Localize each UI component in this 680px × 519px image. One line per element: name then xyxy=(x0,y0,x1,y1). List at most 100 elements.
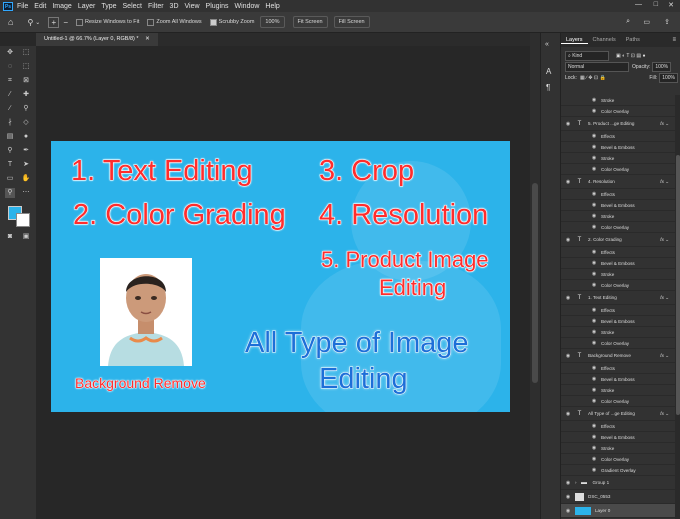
visibility-eye-icon[interactable]: ◉ xyxy=(591,155,597,161)
visibility-eye-icon[interactable]: ◉ xyxy=(565,179,571,185)
document-tab[interactable]: Untitled-1 @ 66.7% (Layer 0, RGB/8) * ✕ xyxy=(36,33,158,46)
effect-row[interactable]: ◉ Effects xyxy=(561,421,675,432)
menu-plugins[interactable]: Plugins xyxy=(206,3,229,10)
effect-row[interactable]: ◉ Stroke xyxy=(561,211,675,222)
visibility-eye-icon[interactable]: ◉ xyxy=(591,108,597,114)
effect-row[interactable]: ◉ Bevel & Emboss xyxy=(561,432,675,443)
maximize-icon[interactable]: □ xyxy=(654,1,658,8)
blur-tool-icon[interactable]: ● xyxy=(21,132,31,142)
lasso-tool-icon[interactable]: ◌ xyxy=(5,62,15,72)
zoom-100-button[interactable]: 100% xyxy=(260,16,285,28)
layer-row[interactable]: ◉ T 4. Resolution fx ⌄ xyxy=(561,175,675,189)
clone-stamp-icon[interactable]: ⚲ xyxy=(21,104,31,114)
visibility-eye-icon[interactable]: ◉ xyxy=(591,271,597,277)
resize-windows-checkbox[interactable]: Resize Windows to Fit xyxy=(76,18,139,26)
menu-image[interactable]: Image xyxy=(52,3,71,10)
effect-row[interactable]: ◉ Bevel & Emboss xyxy=(561,200,675,211)
artboard-tool-icon[interactable]: ⬚ xyxy=(21,48,31,58)
effect-row[interactable]: ◉ Color Overlay xyxy=(561,222,675,233)
visibility-eye-icon[interactable]: ◉ xyxy=(565,353,571,359)
tab-layers[interactable]: Layers xyxy=(561,37,588,44)
fit-screen-button[interactable]: Fit Screen xyxy=(292,16,328,28)
visibility-eye-icon[interactable]: ◉ xyxy=(591,456,597,462)
effect-row[interactable]: ◉ Color Overlay xyxy=(561,280,675,291)
zoom-tool-icon[interactable]: ⚲ xyxy=(27,18,33,27)
chevron-down-icon[interactable]: ⌄ xyxy=(35,19,40,26)
visibility-eye-icon[interactable]: ◉ xyxy=(591,249,597,255)
visibility-eye-icon[interactable]: ◉ xyxy=(591,282,597,288)
effect-row[interactable]: ◉ Stroke xyxy=(561,385,675,396)
layer-row[interactable]: ◉ T 5. Product ...ge Editing fx ⌄ xyxy=(561,117,675,131)
background-color-swatch[interactable] xyxy=(16,213,30,227)
menu-edit[interactable]: Edit xyxy=(34,3,46,10)
effect-row[interactable]: ◉ Bevel & Emboss xyxy=(561,258,675,269)
vertical-scrollbar[interactable] xyxy=(530,33,540,519)
artwork-canvas[interactable]: 1. Text Editing 2. Color Grading 3. Crop… xyxy=(51,141,510,412)
visibility-eye-icon[interactable]: ◉ xyxy=(591,376,597,382)
workspace-icon[interactable]: ▭ xyxy=(643,18,650,26)
close-icon[interactable]: ✕ xyxy=(668,1,674,9)
fx-icon[interactable]: fx ⌄ xyxy=(660,295,669,301)
effect-row[interactable]: ◉ Color Overlay xyxy=(561,396,675,407)
effect-row[interactable]: ◉ Effects xyxy=(561,131,675,142)
more-tools-icon[interactable]: ⋯ xyxy=(21,188,31,198)
character-panel-icon[interactable]: A xyxy=(546,67,551,76)
screen-mode-icon[interactable]: ▣ xyxy=(21,232,31,242)
menu-filter[interactable]: Filter xyxy=(148,3,164,10)
menu-help[interactable]: Help xyxy=(265,3,279,10)
fx-icon[interactable]: fx ⌄ xyxy=(660,121,669,127)
filter-icons[interactable]: ▣ ◐ T ⊡ ▤ ● xyxy=(616,53,646,59)
menu-layer[interactable]: Layer xyxy=(78,3,96,10)
tab-channels[interactable]: Channels xyxy=(588,37,621,43)
fx-icon[interactable]: fx ⌄ xyxy=(660,237,669,243)
effect-row[interactable]: ◉ Color Overlay xyxy=(561,454,675,465)
move-tool-icon[interactable]: ✥ xyxy=(5,48,15,58)
visibility-eye-icon[interactable]: ◉ xyxy=(591,387,597,393)
kind-filter-select[interactable]: ⌕ Kind xyxy=(565,50,609,61)
rectangle-tool-icon[interactable]: ▭ xyxy=(5,174,15,184)
zoom-tool-icon[interactable]: ⚲ xyxy=(5,188,15,198)
zoom-all-windows-checkbox[interactable]: Zoom All Windows xyxy=(147,18,202,26)
minimize-icon[interactable]: — xyxy=(635,1,642,8)
eyedropper-tool-icon[interactable]: ⁄ xyxy=(5,90,15,100)
brush-tool-icon[interactable]: ∕ xyxy=(5,104,15,114)
tab-paths[interactable]: Paths xyxy=(621,37,645,43)
visibility-eye-icon[interactable]: ◉ xyxy=(591,260,597,266)
effect-row[interactable]: ◉ Stroke xyxy=(561,95,675,106)
quick-mask-icon[interactable]: ◙ xyxy=(5,232,15,242)
visibility-eye-icon[interactable]: ◉ xyxy=(591,213,597,219)
scrubby-zoom-checkbox[interactable]: Scrubby Zoom xyxy=(209,18,254,26)
visibility-eye-icon[interactable]: ◉ xyxy=(565,480,571,486)
effect-row[interactable]: ◉ Color Overlay xyxy=(561,338,675,349)
effect-row[interactable]: ◉ Gradient Overlay xyxy=(561,465,675,476)
expand-chevron-icon[interactable]: › xyxy=(575,480,577,485)
visibility-eye-icon[interactable]: ◉ xyxy=(565,237,571,243)
visibility-eye-icon[interactable]: ◉ xyxy=(591,398,597,404)
lock-icons[interactable]: ▦ ∕ ✥ ⊡ 🔒 xyxy=(580,75,606,81)
menu-file[interactable]: File xyxy=(17,3,28,10)
home-icon[interactable]: ⌂ xyxy=(8,17,13,27)
paragraph-panel-icon[interactable]: ¶ xyxy=(546,83,550,92)
frame-tool-icon[interactable]: ⊠ xyxy=(21,76,31,86)
visibility-eye-icon[interactable]: ◉ xyxy=(591,224,597,230)
layer-row[interactable]: ◉ T 1. Text Editing fx ⌄ xyxy=(561,291,675,305)
effect-row[interactable]: ◉ Stroke xyxy=(561,327,675,338)
fill-screen-button[interactable]: Fill Screen xyxy=(333,16,370,28)
fx-icon[interactable]: fx ⌄ xyxy=(660,179,669,185)
visibility-eye-icon[interactable]: ◉ xyxy=(591,365,597,371)
visibility-eye-icon[interactable]: ◉ xyxy=(591,191,597,197)
zoom-in-icon[interactable]: + xyxy=(48,16,60,28)
fx-icon[interactable]: fx ⌄ xyxy=(660,411,669,417)
layer-row[interactable]: ◉ T Background Remove fx ⌄ xyxy=(561,349,675,363)
visibility-eye-icon[interactable]: ◉ xyxy=(591,340,597,346)
panel-menu-icon[interactable]: ≡ xyxy=(672,37,676,43)
share-icon[interactable]: ⇪ xyxy=(664,18,670,26)
healing-brush-icon[interactable]: ✚ xyxy=(21,90,31,100)
visibility-eye-icon[interactable]: ◉ xyxy=(591,467,597,473)
visibility-eye-icon[interactable]: ◉ xyxy=(591,144,597,150)
visibility-eye-icon[interactable]: ◉ xyxy=(591,202,597,208)
path-select-icon[interactable]: ➤ xyxy=(21,160,31,170)
effect-row[interactable]: ◉ Bevel & Emboss xyxy=(561,374,675,385)
dodge-tool-icon[interactable]: ⚲ xyxy=(5,146,15,156)
hand-tool-icon[interactable]: ✋ xyxy=(21,174,31,184)
